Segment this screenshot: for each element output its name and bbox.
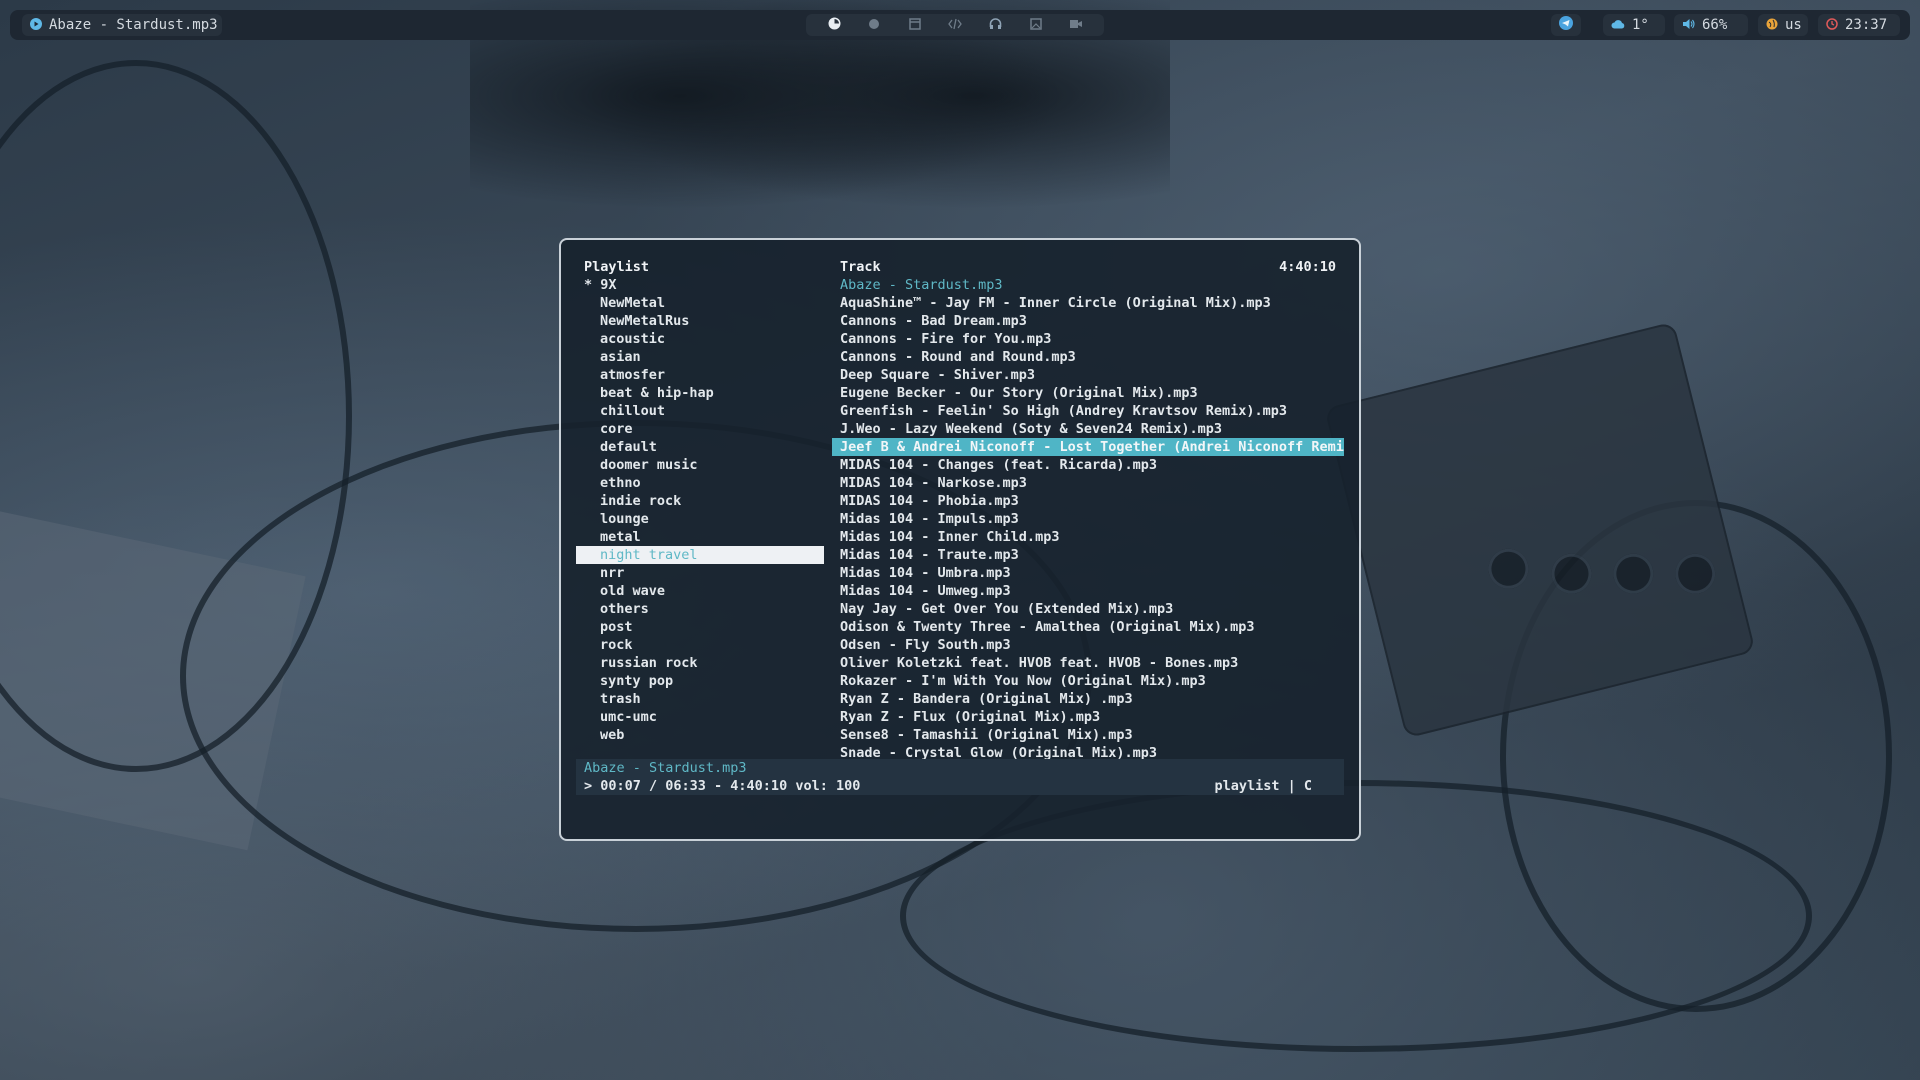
playlist-item[interactable]: metal bbox=[576, 528, 824, 546]
playlist-item[interactable]: chillout bbox=[576, 402, 824, 420]
playlist-item[interactable]: atmosfer bbox=[576, 366, 824, 384]
playlist-item[interactable]: core bbox=[576, 420, 824, 438]
playlist-item[interactable]: web bbox=[576, 726, 824, 744]
playlist-item[interactable]: trash bbox=[576, 690, 824, 708]
clock-widget[interactable]: 23:37 bbox=[1818, 14, 1900, 36]
track-item[interactable]: Midas 104 - Umweg.mp3 bbox=[832, 582, 1344, 600]
track-item[interactable]: Midas 104 - Umbra.mp3 bbox=[832, 564, 1344, 582]
playlist-item[interactable]: default bbox=[576, 438, 824, 456]
playlist-item[interactable]: rock bbox=[576, 636, 824, 654]
workspace-switcher bbox=[806, 14, 1104, 36]
play-mode: playlist | C bbox=[1214, 778, 1312, 794]
track-item[interactable]: Greenfish - Feelin' So High (Andrey Krav… bbox=[832, 402, 1344, 420]
playlist-header: Playlist bbox=[584, 259, 650, 275]
track-item[interactable]: Deep Square - Shiver.mp3 bbox=[832, 366, 1344, 384]
video-icon[interactable] bbox=[1065, 18, 1087, 33]
playlist-item[interactable]: russian rock bbox=[576, 654, 824, 672]
track-item[interactable]: AquaShine™ - Jay FM - Inner Circle (Orig… bbox=[832, 294, 1344, 312]
playlist-item[interactable]: asian bbox=[576, 348, 824, 366]
playlist-item[interactable]: indie rock bbox=[576, 492, 824, 510]
playlist-item[interactable]: night travel bbox=[576, 546, 824, 564]
track-item[interactable]: MIDAS 104 - Narkose.mp3 bbox=[832, 474, 1344, 492]
weather-value: 1° bbox=[1632, 17, 1649, 33]
track-item[interactable]: Odison & Twenty Three - Amalthea (Origin… bbox=[832, 618, 1344, 636]
telegram-icon bbox=[1559, 16, 1573, 34]
playlist-item[interactable]: NewMetalRus bbox=[576, 312, 824, 330]
track-item[interactable]: Cannons - Round and Round.mp3 bbox=[832, 348, 1344, 366]
volume-widget[interactable]: 66% bbox=[1674, 14, 1748, 36]
playlist-item[interactable]: acoustic bbox=[576, 330, 824, 348]
track-item[interactable]: MIDAS 104 - Phobia.mp3 bbox=[832, 492, 1344, 510]
total-duration: 4:40:10 bbox=[1279, 259, 1336, 275]
active-window-indicator[interactable]: Abaze - Stardust.mp3 bbox=[22, 14, 222, 36]
track-list: Abaze - Stardust.mp3 AquaShine™ - Jay FM … bbox=[832, 276, 1344, 762]
status-bar: Abaze - Stardust.mp3 > 00:07 / 06:33 - 4… bbox=[576, 759, 1344, 795]
track-item[interactable]: Oliver Koletzki feat. HVOB feat. HVOB - … bbox=[832, 654, 1344, 672]
track-item[interactable]: Cannons - Bad Dream.mp3 bbox=[832, 312, 1344, 330]
clock-value: 23:37 bbox=[1845, 17, 1888, 33]
firefox-icon[interactable] bbox=[823, 17, 845, 33]
speaker-icon bbox=[1682, 18, 1695, 33]
track-item[interactable]: Cannons - Fire for You.mp3 bbox=[832, 330, 1344, 348]
keyboard-layout-widget[interactable]: us bbox=[1758, 14, 1808, 36]
track-item[interactable]: Jeef B & Andrei Niconoff - Lost Together… bbox=[832, 438, 1344, 456]
globe-icon bbox=[1766, 18, 1778, 33]
weather-widget[interactable]: 1° bbox=[1603, 14, 1665, 36]
cloud-icon bbox=[1611, 19, 1625, 32]
track-item[interactable]: Eugene Becker - Our Story (Original Mix)… bbox=[832, 384, 1344, 402]
headphones-icon[interactable] bbox=[984, 17, 1006, 33]
now-playing: Abaze - Stardust.mp3 bbox=[584, 760, 747, 776]
track-item[interactable]: Sense8 - Tamashii (Original Mix).mp3 bbox=[832, 726, 1344, 744]
keyboard-layout-value: us bbox=[1785, 17, 1802, 33]
wallpaper-cable bbox=[1500, 500, 1892, 1012]
track-item[interactable]: MIDAS 104 - Changes (feat. Ricarda).mp3 bbox=[832, 456, 1344, 474]
wallpaper-paper bbox=[0, 509, 306, 851]
window-icon[interactable] bbox=[904, 17, 926, 33]
playlist-item[interactable]: old wave bbox=[576, 582, 824, 600]
playlist-item[interactable]: beat & hip-hap bbox=[576, 384, 824, 402]
play-circle-icon bbox=[30, 17, 42, 33]
playlist-item[interactable]: synty pop bbox=[576, 672, 824, 690]
volume-value: 66% bbox=[1702, 17, 1728, 33]
image-icon[interactable] bbox=[1025, 17, 1047, 33]
track-item[interactable]: Nay Jay - Get Over You (Extended Mix).mp… bbox=[832, 600, 1344, 618]
active-window-title: Abaze - Stardust.mp3 bbox=[49, 17, 218, 33]
progress-line: > 00:07 / 06:33 - 4:40:10 vol: 100 bbox=[584, 778, 861, 794]
playlist-item[interactable]: others bbox=[576, 600, 824, 618]
track-item[interactable]: Midas 104 - Traute.mp3 bbox=[832, 546, 1344, 564]
track-item[interactable]: Ryan Z - Flux (Original Mix).mp3 bbox=[832, 708, 1344, 726]
circle-icon[interactable] bbox=[863, 18, 885, 33]
music-player-window[interactable]: Playlist Track 4:40:10 * 9X NewMetal NewMe… bbox=[559, 238, 1361, 841]
playlist-item[interactable]: lounge bbox=[576, 510, 824, 528]
track-item[interactable]: Midas 104 - Inner Child.mp3 bbox=[832, 528, 1344, 546]
track-item[interactable]: Ryan Z - Bandera (Original Mix) .mp3 bbox=[832, 690, 1344, 708]
track-item[interactable]: Odsen - Fly South.mp3 bbox=[832, 636, 1344, 654]
playlist-list: * 9X NewMetal NewMetalRus acoustic asian atmo… bbox=[576, 276, 824, 744]
playlist-item[interactable]: nrr bbox=[576, 564, 824, 582]
track-item[interactable]: Rokazer - I'm With You Now (Original Mix… bbox=[832, 672, 1344, 690]
playlist-item[interactable]: NewMetal bbox=[576, 294, 824, 312]
wallpaper-pedal bbox=[1324, 321, 1756, 739]
track-item[interactable]: Midas 104 - Impuls.mp3 bbox=[832, 510, 1344, 528]
playlist-item[interactable]: umc-umc bbox=[576, 708, 824, 726]
code-icon[interactable] bbox=[944, 18, 966, 33]
playlist-item[interactable]: ethno bbox=[576, 474, 824, 492]
track-item[interactable]: Abaze - Stardust.mp3 bbox=[832, 276, 1344, 294]
top-bar: Abaze - Stardust.mp3 1° 66% us 23:37 bbox=[10, 10, 1910, 40]
playlist-item[interactable]: doomer music bbox=[576, 456, 824, 474]
clock-icon bbox=[1826, 17, 1838, 33]
track-item[interactable]: J.Weo - Lazy Weekend (Soty & Seven24 Rem… bbox=[832, 420, 1344, 438]
telegram-tray[interactable] bbox=[1551, 14, 1581, 36]
playlist-item[interactable]: * 9X bbox=[576, 276, 824, 294]
wallpaper-cable bbox=[0, 60, 352, 772]
track-header: Track bbox=[840, 259, 881, 275]
playlist-item[interactable]: post bbox=[576, 618, 824, 636]
